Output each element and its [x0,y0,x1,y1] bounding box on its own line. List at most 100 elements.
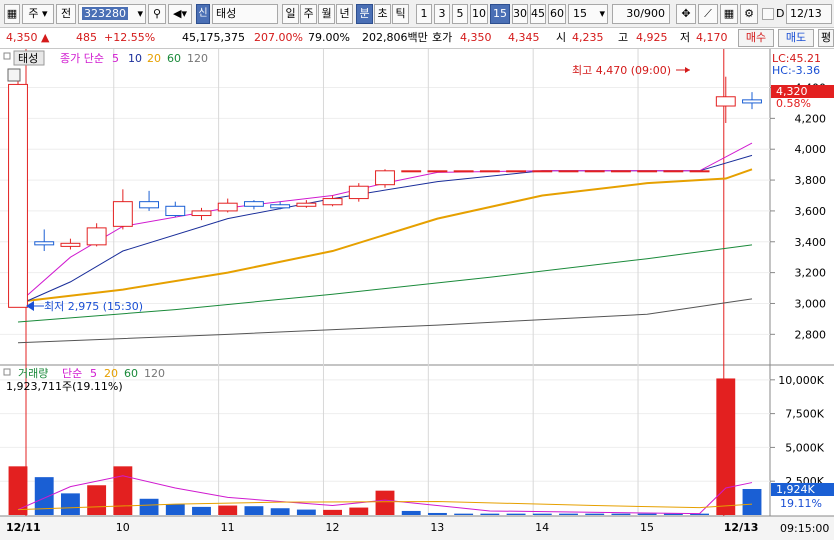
low-marker-label: 최저 2,975 (15:30) [44,300,143,313]
ma60-label: 60 [167,52,181,65]
y-tick-label: 4,000 [795,143,827,156]
candle-body [34,241,55,246]
volume-bar [532,513,552,515]
minute-tab[interactable]: 5 [452,4,468,24]
volume-bar [375,490,395,515]
candle-body [715,96,736,107]
search-icon[interactable]: ⚲ [148,4,166,24]
x-tick-label: 12/13 [724,521,759,534]
date-field[interactable]: 12/13 [786,4,832,24]
volume-bar [87,485,107,515]
volume-ratio: 207.00% [254,31,303,44]
volume-bar [192,506,211,515]
minute-tab[interactable]: 45 [530,4,546,24]
ma20-label: 20 [147,52,161,65]
price-change-pct: +12.55% [104,31,156,44]
volume-panel-title: 거래량 [18,367,48,380]
low-price: 4,170 [696,31,728,44]
candle-body [610,170,631,173]
sell-button[interactable]: 매도 [778,29,814,47]
volume-bar [401,510,421,515]
volume-bar [637,513,657,515]
low-label: 저 [680,31,691,44]
volume-bar [559,513,578,515]
d-label: D [776,7,785,20]
candle-body [112,201,133,227]
candle-body [8,83,28,308]
crosshair-icon[interactable]: ✥ [676,4,696,24]
y-tick-label: 2,800 [795,328,827,341]
period-tab[interactable]: 월 [318,4,335,24]
y-tick-label: 4,200 [795,112,827,125]
minute-tab[interactable]: 15 [490,4,510,24]
price-change: 485 [76,31,97,44]
stock-code-input[interactable]: 323280 ▾ [78,4,146,24]
candle-body [584,170,605,173]
interval-value: 15 [573,7,587,20]
vol-ma20-label: 20 [104,367,118,380]
period-tab[interactable]: 틱 [392,4,409,24]
toolbar-icon-button[interactable]: ▦ [4,4,20,24]
x-tick-label: 11 [221,521,235,534]
candle-body [375,170,395,186]
y-tick-label: 3,600 [795,205,827,218]
trade-volume: 45,175,375 [182,31,245,44]
volume-current-pct: 19.11% [780,497,822,510]
minute-tab[interactable]: 3 [434,4,450,24]
avg-button[interactable]: 평 [818,29,834,47]
candle-body [217,202,238,212]
x-tick-label: 13 [430,521,444,534]
y-tick-label: 3,800 [795,174,827,187]
market-label: 주 [28,7,39,20]
volume-tick-label: 7,500K [785,408,824,421]
x-tick-label: 12 [325,521,339,534]
market-select[interactable]: 주 ▾ [22,4,54,24]
volume-bar [270,508,290,515]
period-tab[interactable]: 년 [336,4,353,24]
period-tab[interactable]: 초 [374,4,391,24]
current-pct-label: 0.58% [776,97,811,110]
calendar-icon[interactable] [7,68,21,82]
gear-icon[interactable]: ⚙ [740,4,758,24]
grid-icon[interactable]: ▦ [720,4,738,24]
minute-tab[interactable]: 1 [416,4,432,24]
chevron-down-icon[interactable]: ▾ [137,5,143,23]
high-price: 4,925 [636,31,668,44]
speaker-icon[interactable]: ◀▾ [168,4,192,24]
interval-select[interactable]: 15 ▾ [568,4,608,24]
ma10-label: 10 [128,52,142,65]
all-toggle[interactable]: 전 [56,4,76,24]
draw-line-icon[interactable]: ⟋ [698,4,718,24]
bid-price-1: 4,350 [460,31,492,44]
candle-body [243,201,264,207]
volume-bar [165,504,185,515]
bid-price-2: 4,345 [508,31,540,44]
d-checkbox[interactable] [762,8,774,20]
candle-body [270,204,291,209]
period-tab[interactable]: 주 [300,4,317,24]
x-tick-label: 12/11 [6,521,41,534]
candle-body [165,205,186,217]
open-label: 시 [556,31,567,44]
volume-bar [454,513,474,515]
time-label: 09:15:00 [780,522,829,535]
candle-body [532,170,553,173]
volume-bar [480,513,500,515]
period-tab[interactable]: 일 [282,4,299,24]
minute-tab[interactable]: 10 [470,4,488,24]
stock-chart[interactable]: 4,4004,2004,0003,8003,6003,4003,2003,000… [0,49,834,540]
buy-button[interactable]: 매수 [738,29,774,47]
current-price: 4,350 ▲ [6,31,50,44]
x-tick-label: 14 [535,521,549,534]
volume-bar [113,466,133,515]
vol-ma60-label: 60 [124,367,138,380]
minute-tab[interactable]: 60 [548,4,566,24]
period-tab[interactable]: 분 [356,4,373,24]
candle-body [139,201,160,209]
turnover-rate: 79.00% [308,31,350,44]
count-field[interactable]: 30/900 [612,4,670,24]
open-price: 4,235 [572,31,604,44]
minute-tab[interactable]: 30 [512,4,528,24]
chevron-down-icon[interactable]: ▾ [599,5,605,23]
bid-label: 호가 [432,31,453,44]
